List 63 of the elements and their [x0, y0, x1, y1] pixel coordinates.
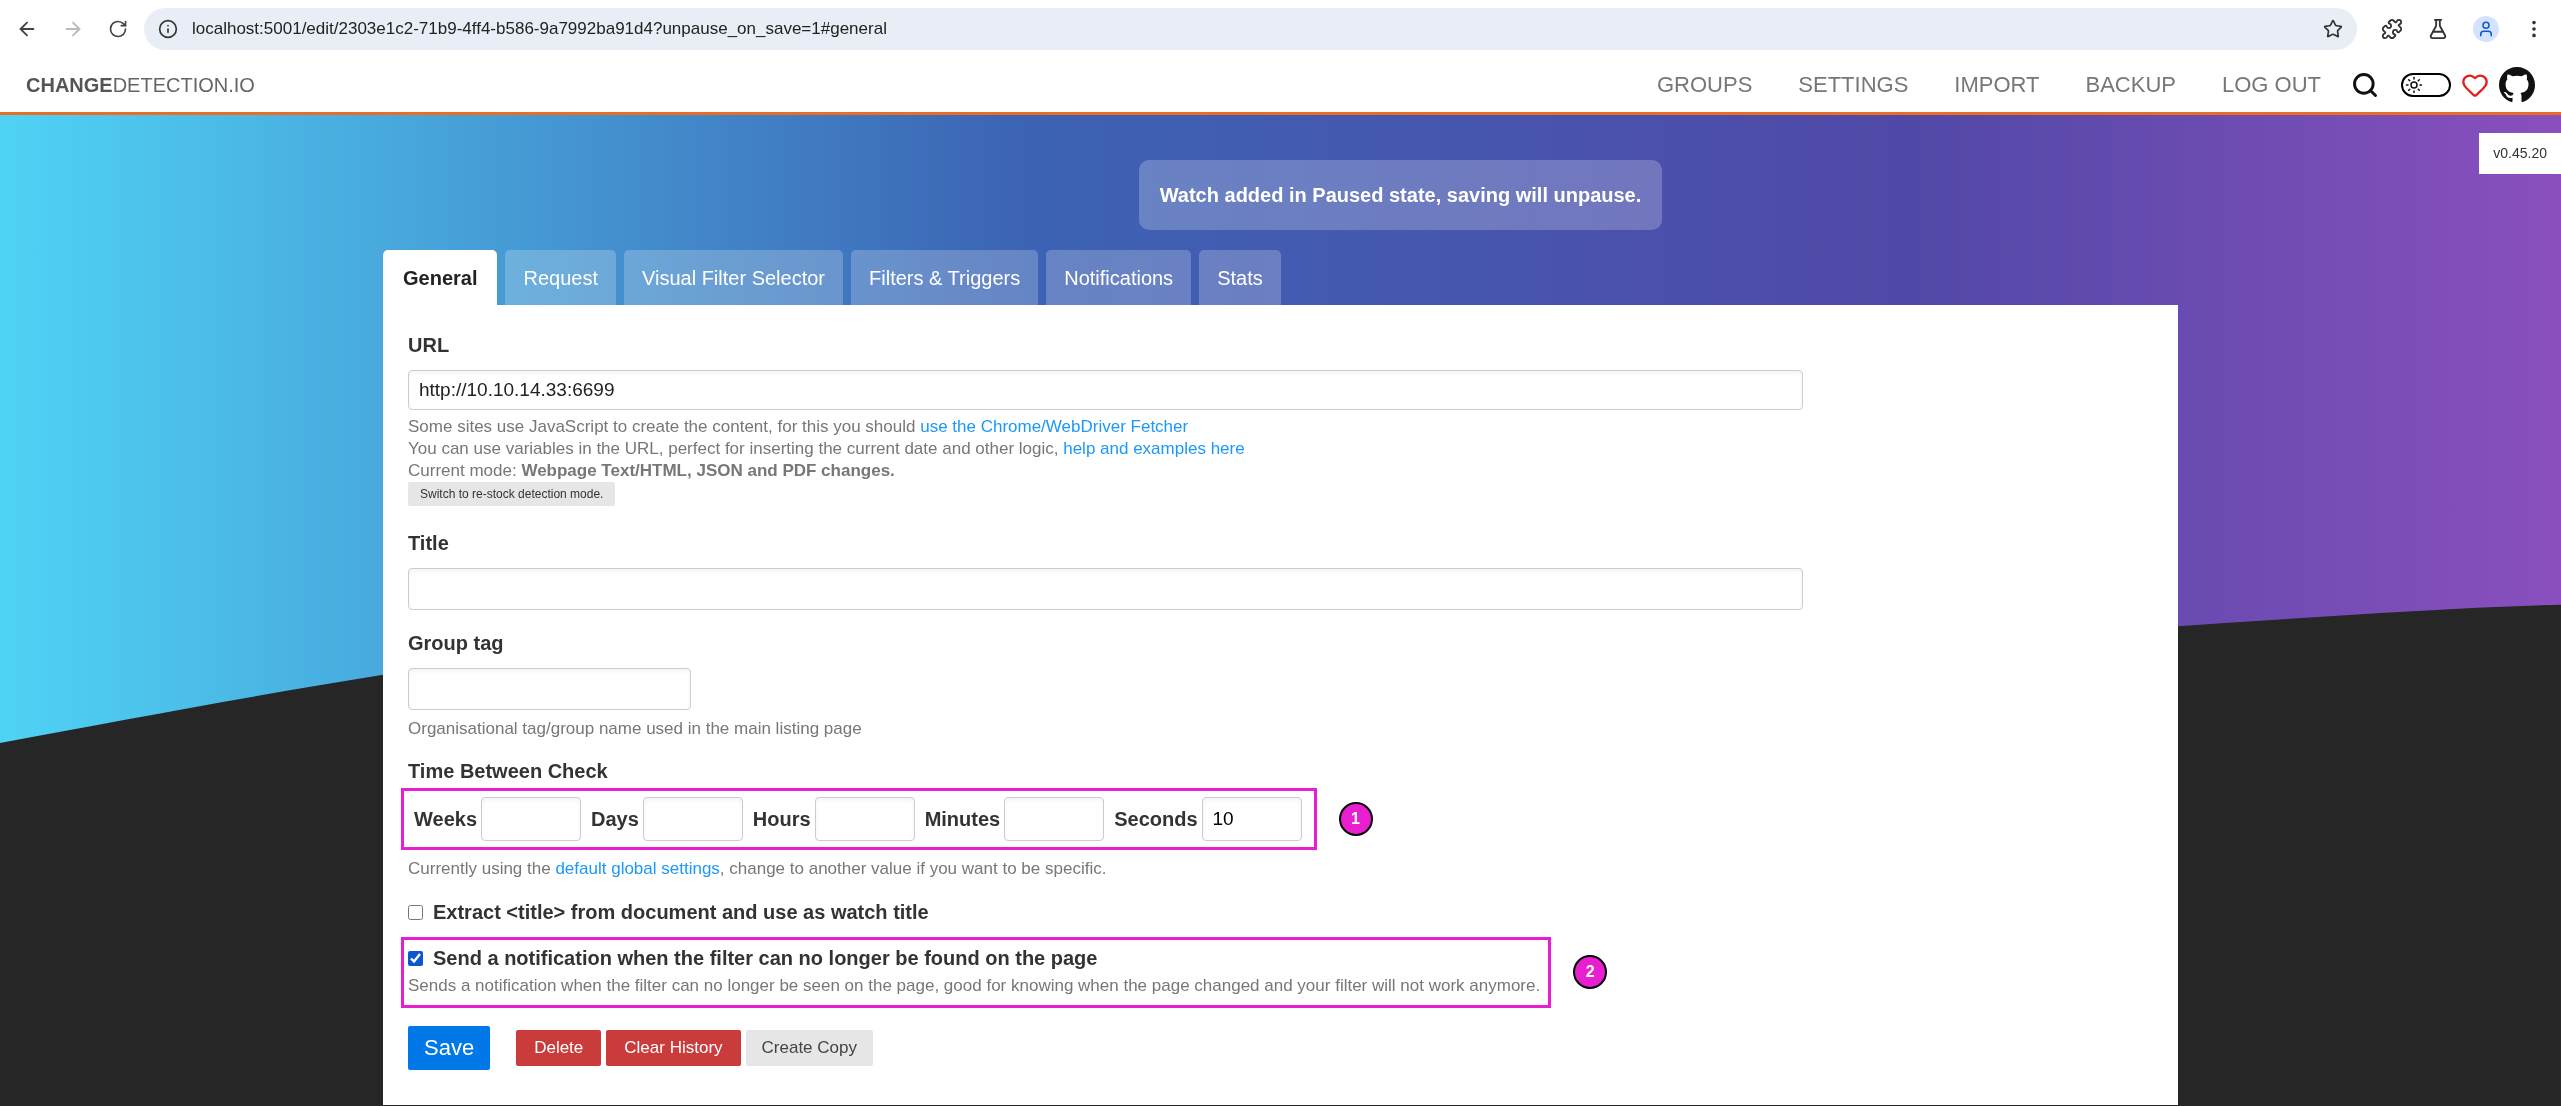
notice-banner: Watch added in Paused state, saving will unpause. — [1138, 160, 1663, 230]
annotation-number: 2 — [1573, 955, 1608, 990]
github-icon[interactable] — [2499, 66, 2535, 103]
address-bar[interactable]: localhost:5001/edit/2303e1c2-71b9-4ff4-b586-9a7992ba91d4?unpause_on_save=1#general — [144, 7, 2357, 50]
tab[interactable]: Filters & Triggers — [851, 250, 1039, 305]
nav-link[interactable]: GROUPS — [1656, 68, 1753, 101]
help-text: Organisational tag/group name used in the main listing page — [408, 718, 862, 740]
version-badge: v0.45.20 — [2479, 133, 2561, 174]
checkbox[interactable] — [408, 950, 423, 966]
help-text: Current mode: Webpage Text/HTML, JSON and PDF changes. — [408, 460, 895, 482]
nav-link[interactable]: LOG OUT — [2222, 68, 2321, 101]
time-unit-input[interactable] — [1004, 796, 1105, 841]
tab[interactable]: General — [383, 250, 498, 305]
field-label: Time Between Check — [408, 758, 608, 784]
reload-icon[interactable] — [108, 18, 128, 39]
time-unit-input[interactable]: 10 — [1201, 796, 1302, 841]
time-unit-input[interactable] — [814, 796, 915, 841]
nav-link[interactable]: IMPORT — [1954, 68, 2040, 101]
sun-icon — [2405, 75, 2423, 94]
time-unit-input[interactable] — [481, 796, 581, 841]
switch-mode-button[interactable]: Switch to re-stock detection mode. — [408, 482, 616, 506]
time-unit-label: Hours — [752, 806, 811, 832]
tab[interactable]: Visual Filter Selector — [624, 250, 844, 305]
title-input[interactable] — [408, 568, 1803, 610]
profile-icon[interactable] — [2473, 15, 2499, 42]
logo[interactable]: CHANGEDETECTION.IO — [26, 69, 255, 100]
field-label: Group tag — [408, 631, 504, 656]
url-input[interactable]: http://10.10.14.33:6699 — [408, 370, 1803, 410]
field-label: Title — [408, 531, 449, 556]
help-text: Currently using the default global settings, change to another value if you want to be specific. — [408, 857, 1107, 880]
checkbox-label: Send a notification when the filter can no longer be found on the page — [433, 946, 1098, 971]
annotation-number: 1 — [1338, 801, 1373, 836]
tab[interactable]: Notifications — [1046, 250, 1192, 305]
tab[interactable]: Request — [505, 250, 616, 305]
time-unit-label: Minutes — [924, 806, 1001, 832]
tab[interactable]: Stats — [1199, 250, 1281, 305]
checkbox[interactable] — [408, 904, 423, 920]
nav-link[interactable]: SETTINGS — [1798, 68, 1909, 101]
time-unit-label: Days — [591, 806, 639, 832]
action-button[interactable]: Create Copy — [745, 1029, 873, 1066]
extensions-icon[interactable] — [2381, 17, 2403, 40]
action-button[interactable]: Clear History — [606, 1029, 741, 1066]
help-text: Some sites use JavaScript to create the content, for this you should use the Chrome/WebDriver Fetcher — [408, 416, 1189, 438]
group-tag-input[interactable] — [408, 668, 691, 710]
theme-toggle[interactable] — [2401, 72, 2451, 97]
search-icon[interactable] — [2351, 70, 2379, 99]
info-icon[interactable] — [158, 18, 178, 39]
help-link[interactable]: use the Chrome/WebDriver Fetcher — [920, 417, 1189, 436]
nav-link[interactable]: BACKUP — [2085, 68, 2176, 101]
help-text: You can use variables in the URL, perfect for inserting the current date and other logic, help and examples here — [408, 438, 1245, 460]
action-button[interactable]: Save — [408, 1025, 491, 1070]
help-text: Sends a notification when the filter can no longer be seen on the page, good for knowing when the page changed and your filter will not work anymore. — [408, 975, 1541, 997]
bookmark-star-icon[interactable] — [2323, 18, 2343, 39]
help-link[interactable]: help and examples here — [1063, 439, 1245, 458]
time-unit-label: Seconds — [1114, 806, 1198, 832]
checkbox-label: Extract <title> from document and use as watch title — [433, 900, 929, 925]
flask-icon[interactable] — [2427, 17, 2449, 40]
url-text: localhost:5001/edit/2303e1c2-71b9-4ff4-b586-9a7992ba91d4?unpause_on_save=1#general — [192, 17, 888, 40]
help-link[interactable]: default global settings — [555, 858, 720, 878]
action-button[interactable]: Delete — [516, 1029, 602, 1066]
time-unit-label: Weeks — [414, 806, 477, 832]
time-unit-input[interactable] — [642, 796, 743, 841]
field-label: URL — [408, 333, 450, 358]
